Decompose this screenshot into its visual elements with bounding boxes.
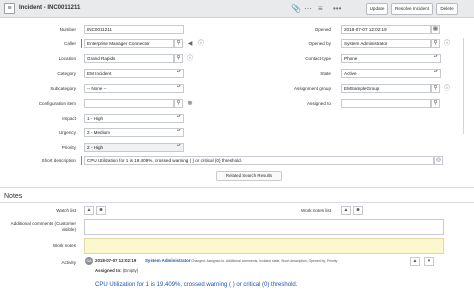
page-title: Incident - INC0011211 — [19, 5, 81, 11]
calendar-icon[interactable]: ▦ — [431, 25, 440, 34]
more-options-icon[interactable]: ••• — [333, 4, 341, 14]
assigned-to-field[interactable] — [341, 99, 431, 108]
contact-type-label: Contact type — [305, 56, 331, 61]
short-description-field[interactable]: CPU Utilization for 1 is 19.409%, crosse… — [84, 156, 434, 165]
subcategory-select[interactable]: -- None -- — [84, 84, 184, 93]
category-label: Category — [57, 71, 76, 76]
work-notes-list-label: Work notes list — [300, 208, 331, 213]
short-description-label: Short description — [41, 158, 76, 163]
work-notes-label: Work notes — [52, 243, 76, 248]
watch-list-label: Watch list — [56, 208, 76, 213]
category-select[interactable]: EM Incident — [84, 69, 184, 78]
activity-stream-icon[interactable]: ≡ — [318, 4, 323, 14]
assignment-group-info-icon[interactable]: ⓘ — [443, 85, 451, 93]
activity-filter-icon[interactable]: ▲ — [410, 257, 420, 266]
work-notes-list-lock-icon[interactable]: ▲ — [341, 206, 351, 215]
opened-label: Opened — [314, 27, 331, 32]
location-search-icon[interactable]: ⚲ — [174, 54, 183, 63]
watch-list-add-me-icon[interactable]: ☻ — [96, 206, 106, 215]
avatar: SA — [85, 257, 93, 265]
settings-icon[interactable]: ⋯ — [304, 4, 312, 14]
priority-select: 2 - High — [84, 143, 184, 152]
activity-changed-fields: Changed: Assigned to, Additional comment… — [191, 259, 338, 263]
form-header: ≡ Incident - INC0011211 📎 ⋯ ≡ ••• Update… — [0, 0, 474, 18]
notes-section-title: Notes — [4, 193, 23, 200]
activity-more-icon[interactable]: ▾ — [424, 257, 434, 266]
delete-button[interactable]: Delete — [436, 3, 458, 15]
paperclip-icon[interactable]: 📎 — [291, 4, 301, 14]
contact-type-select[interactable]: Phone — [341, 54, 441, 63]
assigned-to-label: Assigned to — [306, 101, 331, 106]
location-info-icon[interactable]: ⓘ — [186, 55, 194, 63]
number-field[interactable]: INC0011211 — [84, 25, 184, 34]
activity-date: 2018-07-07 12:02:19 — [95, 258, 137, 263]
state-select[interactable]: Active — [341, 69, 441, 78]
opened-by-info-icon[interactable]: ⓘ — [443, 40, 451, 48]
opened-by-search-icon[interactable]: ⚲ — [431, 39, 440, 48]
number-label: Number — [59, 27, 76, 32]
activity-user-link[interactable]: System Administrator — [145, 258, 190, 263]
opened-field[interactable]: 2018-07-07 12:02:19 — [341, 25, 431, 34]
activity-label: Activity — [61, 260, 76, 265]
watch-list-lock-icon[interactable]: ▲ — [84, 206, 94, 215]
urgency-label: Urgency — [58, 130, 76, 135]
configuration-item-search-icon[interactable]: ⚲ — [174, 99, 183, 108]
additional-comments-label: Additional comments (Customer visible) — [10, 221, 76, 232]
configuration-item-field[interactable] — [84, 99, 174, 108]
work-notes-textarea[interactable] — [84, 238, 444, 254]
section-divider — [0, 187, 474, 188]
subcategory-label: Subcategory — [50, 86, 76, 91]
caller-search-icon[interactable]: ⚲ — [174, 39, 183, 48]
update-button[interactable]: Update — [366, 3, 388, 15]
caller-mandatory-marker — [81, 39, 82, 48]
short-description-mandatory-marker — [81, 156, 82, 165]
additional-comments-textarea[interactable] — [84, 219, 444, 235]
activity-assigned-to-label: Assigned to: — [95, 268, 122, 273]
priority-label: Priority — [61, 145, 76, 150]
configuration-item-tree-icon[interactable]: ☸ — [186, 100, 194, 108]
context-menu-icon[interactable]: ≡ — [4, 3, 15, 14]
caller-preview-icon[interactable]: ◀ — [186, 40, 194, 48]
configuration-item-label: Configuration item — [38, 101, 76, 106]
impact-select[interactable]: 1 - High — [84, 114, 184, 123]
related-search-results-button[interactable]: Related Search Results — [216, 171, 282, 181]
activity-assigned-to: Assigned to: (Empty) — [95, 268, 138, 273]
right-scroll-bar[interactable] — [463, 38, 464, 134]
impact-label: Impact — [62, 116, 76, 121]
caller-info-icon[interactable]: ⓘ — [197, 40, 205, 48]
urgency-select[interactable]: 2 - Medium — [84, 128, 184, 137]
location-field[interactable]: Grand Rapids — [84, 54, 174, 63]
state-label: State — [320, 71, 331, 76]
assigned-to-search-icon[interactable]: ⚲ — [431, 99, 440, 108]
assignment-group-search-icon[interactable]: ⚲ — [431, 84, 440, 93]
resolve-incident-button[interactable]: Resolve Incident — [391, 3, 433, 15]
notes-divider — [0, 202, 474, 203]
suggestion-lightbulb-icon[interactable]: ◎ — [434, 156, 443, 165]
caller-field[interactable]: Enterprise Manager Connector — [84, 39, 174, 48]
assignment-group-label: Assignment group — [293, 86, 331, 91]
location-label: Location — [58, 56, 76, 61]
assignment-group-field[interactable]: EMSampleGroup — [341, 84, 431, 93]
activity-description-text: CPU Utilization for 1 is 19.409%, crosse… — [95, 282, 298, 288]
opened-by-field[interactable]: System Administrator — [341, 39, 431, 48]
activity-assigned-to-value: (Empty) — [122, 268, 139, 273]
opened-by-label: Opened by — [308, 41, 331, 46]
work-notes-list-add-me-icon[interactable]: ☻ — [353, 206, 363, 215]
caller-label: Caller — [64, 41, 76, 46]
